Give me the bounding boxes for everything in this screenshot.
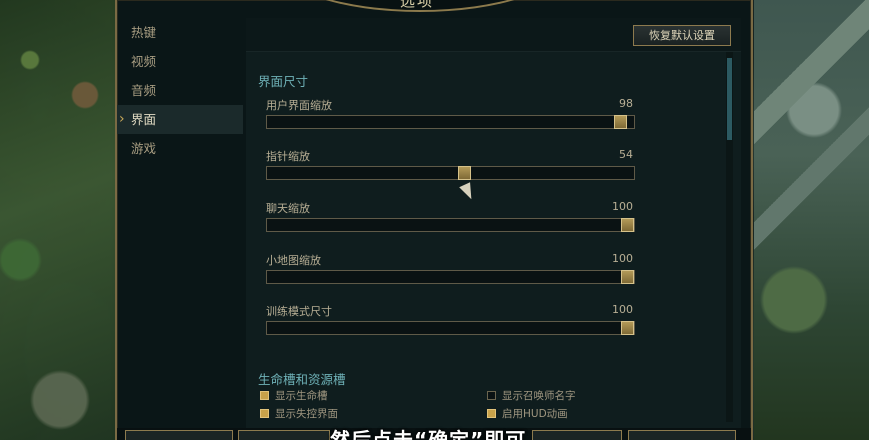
slider-label-practice-size: 训练模式尺寸 <box>266 305 332 318</box>
section-title-health-bars: 生命槽和资源槽 <box>258 372 346 387</box>
slider-ui-scale[interactable] <box>266 115 635 129</box>
slider-practice-size[interactable] <box>266 321 635 335</box>
slider-thumb-ui-scale[interactable] <box>614 115 627 129</box>
section-title-interface-size: 界面尺寸 <box>258 74 309 89</box>
checkbox-box[interactable] <box>487 391 496 400</box>
slider-value-practice-size: 100 <box>612 303 633 316</box>
slider-value-minimap-scale: 100 <box>612 252 633 265</box>
checkbox-show-cc-display[interactable]: 显示失控界面 <box>260 406 338 421</box>
slider-chat-scale[interactable] <box>266 218 635 232</box>
scrollbar-thumb[interactable] <box>727 58 732 140</box>
checkbox-label: 显示召唤师名字 <box>502 390 576 402</box>
nav-item-interface[interactable]: 界面 <box>117 105 243 134</box>
window-title: 选项 <box>400 0 435 10</box>
left-game-scene <box>0 0 116 440</box>
nav-item-game[interactable]: 游戏 <box>117 134 243 163</box>
checkbox-label: 启用HUD动画 <box>502 408 568 420</box>
checkbox-show-summoner-names[interactable]: 显示召唤师名字 <box>487 388 576 403</box>
slider-cursor-scale[interactable] <box>266 166 635 180</box>
options-nav: 热键 视频 音频 界面 游戏 <box>117 18 243 163</box>
checkbox-box[interactable] <box>260 409 269 418</box>
slider-value-cursor-scale: 54 <box>619 148 633 161</box>
slider-label-cursor-scale: 指针缩放 <box>266 150 310 163</box>
video-subtitle: 然后点击“确定”即可 <box>330 428 527 440</box>
checkbox-label: 显示失控界面 <box>275 408 338 420</box>
checkbox-box[interactable] <box>487 409 496 418</box>
ok-button[interactable] <box>532 430 622 440</box>
right-game-scene <box>754 0 869 440</box>
checkbox-enable-hud-animations[interactable]: 启用HUD动画 <box>487 406 568 421</box>
cancel-button[interactable] <box>628 430 736 440</box>
checkbox-label: 显示生命槽 <box>275 390 328 402</box>
reset-defaults-button[interactable]: 恢复默认设置 <box>633 25 731 46</box>
checkbox-show-health-bars[interactable]: 显示生命槽 <box>260 388 328 403</box>
bottom-button-left[interactable] <box>125 430 233 440</box>
slider-label-ui-scale: 用户界面缩放 <box>266 99 332 112</box>
slider-label-minimap-scale: 小地图缩放 <box>266 254 321 267</box>
nav-item-audio[interactable]: 音频 <box>117 76 243 105</box>
slider-thumb-minimap-scale[interactable] <box>621 270 634 284</box>
bottom-button-second[interactable] <box>238 430 330 440</box>
slider-value-ui-scale: 98 <box>619 97 633 110</box>
slider-label-chat-scale: 聊天缩放 <box>266 202 310 215</box>
slider-thumb-cursor-scale[interactable] <box>458 166 471 180</box>
checkbox-box[interactable] <box>260 391 269 400</box>
slider-value-chat-scale: 100 <box>612 200 633 213</box>
slider-thumb-chat-scale[interactable] <box>621 218 634 232</box>
slider-thumb-practice-size[interactable] <box>621 321 634 335</box>
nav-item-hotkeys[interactable]: 热键 <box>117 18 243 47</box>
slider-minimap-scale[interactable] <box>266 270 635 284</box>
nav-item-video[interactable]: 视频 <box>117 47 243 76</box>
